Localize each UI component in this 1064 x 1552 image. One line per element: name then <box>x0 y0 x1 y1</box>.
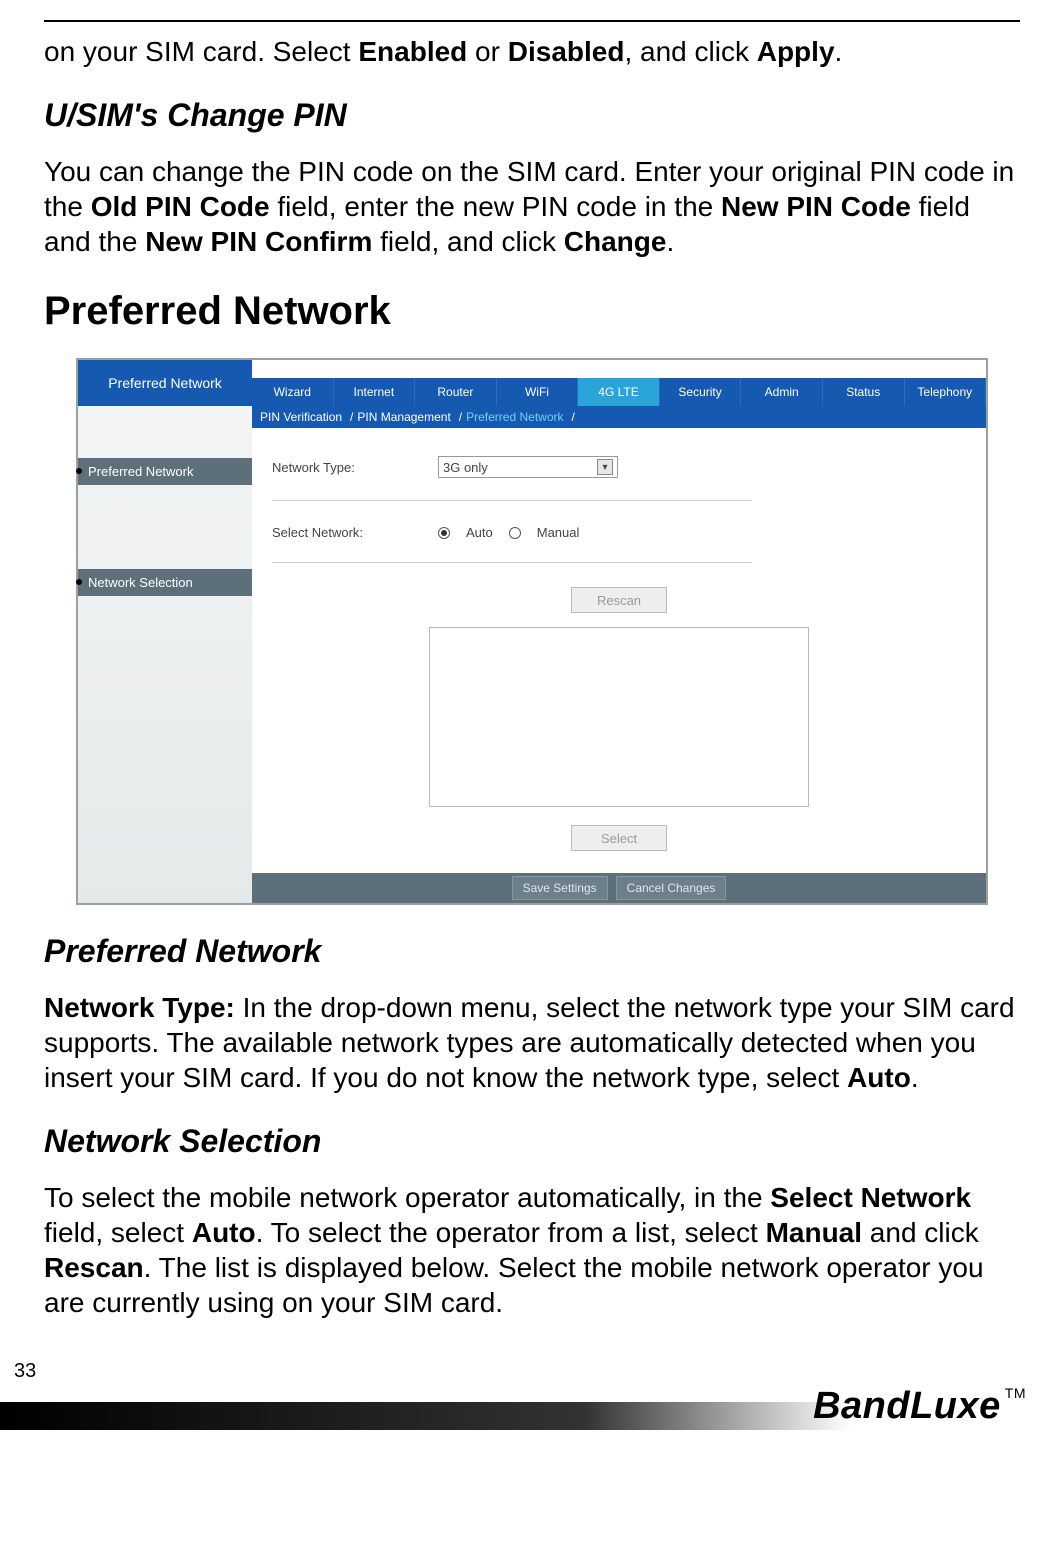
network-type-value: 3G only <box>443 460 488 475</box>
usim-paragraph: You can change the PIN code on the SIM c… <box>44 154 1020 259</box>
trademark-icon: TM <box>1005 1385 1026 1401</box>
text: . The list is displayed below. Select th… <box>44 1252 984 1318</box>
text: . <box>666 226 674 257</box>
sidebar-item-preferred-network[interactable]: Preferred Network <box>78 458 252 485</box>
router-admin-ui: Preferred Network Preferred Network Netw… <box>76 358 988 905</box>
enabled-bold: Enabled <box>358 36 467 67</box>
manual-bold: Manual <box>766 1217 862 1248</box>
sidebar-item-network-selection[interactable]: Network Selection <box>78 569 252 596</box>
sidebar: Preferred Network Network Selection <box>78 406 252 903</box>
crumb-preferred-network: Preferred Network <box>466 410 563 424</box>
text: , and click <box>624 36 756 67</box>
preferred-network-paragraph: Network Type: In the drop-down menu, sel… <box>44 990 1020 1095</box>
form-area: Network Type: 3G only ▾ Select Network: <box>252 428 986 873</box>
cancel-changes-button[interactable]: Cancel Changes <box>616 876 727 900</box>
tab-4g-lte[interactable]: 4G LTE <box>578 378 660 406</box>
main-column: Wizard Internet Router WiFi 4G LTE Secur… <box>252 360 986 903</box>
new-pin-confirm-bold: New PIN Confirm <box>145 226 372 257</box>
tab-security[interactable]: Security <box>660 378 742 406</box>
embedded-screenshot: Preferred Network Preferred Network Netw… <box>44 358 1020 905</box>
usim-heading: U/SIM's Change PIN <box>44 97 1020 134</box>
select-network-label: Select Network: <box>272 525 402 540</box>
text: . To select the operator from a list, se… <box>256 1217 766 1248</box>
tabs: Wizard Internet Router WiFi 4G LTE Secur… <box>252 378 986 406</box>
tab-status[interactable]: Status <box>823 378 905 406</box>
network-type-dropdown[interactable]: 3G only ▾ <box>438 456 618 478</box>
section-network-type: Network Type: 3G only ▾ <box>272 456 752 501</box>
rescan-button[interactable]: Rescan <box>571 587 667 613</box>
text: field, and click <box>372 226 563 257</box>
intro-paragraph: on your SIM card. Select Enabled or Disa… <box>44 34 1020 69</box>
section-title: Preferred Network <box>44 289 1020 334</box>
text: . <box>911 1062 919 1093</box>
change-bold: Change <box>564 226 667 257</box>
left-column: Preferred Network Preferred Network Netw… <box>78 360 252 903</box>
footer: 33 BandLuxeTM <box>44 1360 1020 1430</box>
brand-text: BandLuxe <box>813 1385 1001 1427</box>
crumb-sep: / <box>350 410 353 424</box>
old-pin-bold: Old PIN Code <box>91 191 270 222</box>
tab-wifi[interactable]: WiFi <box>497 378 579 406</box>
tab-wizard[interactable]: Wizard <box>252 378 334 406</box>
new-pin-bold: New PIN Code <box>721 191 911 222</box>
select-network-bold: Select Network <box>770 1182 971 1213</box>
rescan-bold: Rescan <box>44 1252 144 1283</box>
auto-bold: Auto <box>192 1217 256 1248</box>
tab-telephony[interactable]: Telephony <box>905 378 987 406</box>
rescan-area: Rescan Select <box>272 587 966 865</box>
radio-dot-icon <box>441 530 447 536</box>
crumb-pin-verification[interactable]: PIN Verification <box>260 410 342 424</box>
bottom-bar: Save Settings Cancel Changes <box>252 873 986 903</box>
text: or <box>467 36 507 67</box>
network-selection-heading: Network Selection <box>44 1123 1020 1160</box>
text: field, select <box>44 1217 192 1248</box>
radio-manual-label: Manual <box>537 525 580 540</box>
network-type-bold: Network Type: <box>44 992 235 1023</box>
radio-manual[interactable] <box>509 527 521 539</box>
save-settings-button[interactable]: Save Settings <box>512 876 608 900</box>
tab-router[interactable]: Router <box>415 378 497 406</box>
disabled-bold: Disabled <box>508 36 625 67</box>
crumb-sep: / <box>459 410 462 424</box>
radio-auto[interactable] <box>438 527 450 539</box>
text: field, enter the new PIN code in the <box>270 191 721 222</box>
text: on your SIM card. Select <box>44 36 358 67</box>
tab-admin[interactable]: Admin <box>741 378 823 406</box>
breadcrumb: PIN Verification / PIN Management / Pref… <box>252 406 986 428</box>
top-rule <box>44 20 1020 22</box>
apply-bold: Apply <box>757 36 835 67</box>
auto-bold: Auto <box>847 1062 911 1093</box>
crumb-sep: / <box>572 410 575 424</box>
network-type-label: Network Type: <box>272 460 402 475</box>
tab-internet[interactable]: Internet <box>334 378 416 406</box>
page-number: 33 <box>14 1360 36 1383</box>
text: To select the mobile network operator au… <box>44 1182 770 1213</box>
text: and click <box>862 1217 979 1248</box>
preferred-network-heading: Preferred Network <box>44 933 1020 970</box>
select-button[interactable]: Select <box>571 825 667 851</box>
section-select-network: Select Network: Auto Manual <box>272 525 752 563</box>
sidebar-title: Preferred Network <box>78 360 252 406</box>
text: . <box>835 36 843 67</box>
brand-logo: BandLuxeTM <box>813 1385 1026 1428</box>
chevron-down-icon: ▾ <box>597 459 613 475</box>
crumb-pin-management[interactable]: PIN Management <box>357 410 450 424</box>
network-listbox[interactable] <box>429 627 809 807</box>
radio-auto-label: Auto <box>466 525 493 540</box>
network-selection-paragraph: To select the mobile network operator au… <box>44 1180 1020 1320</box>
